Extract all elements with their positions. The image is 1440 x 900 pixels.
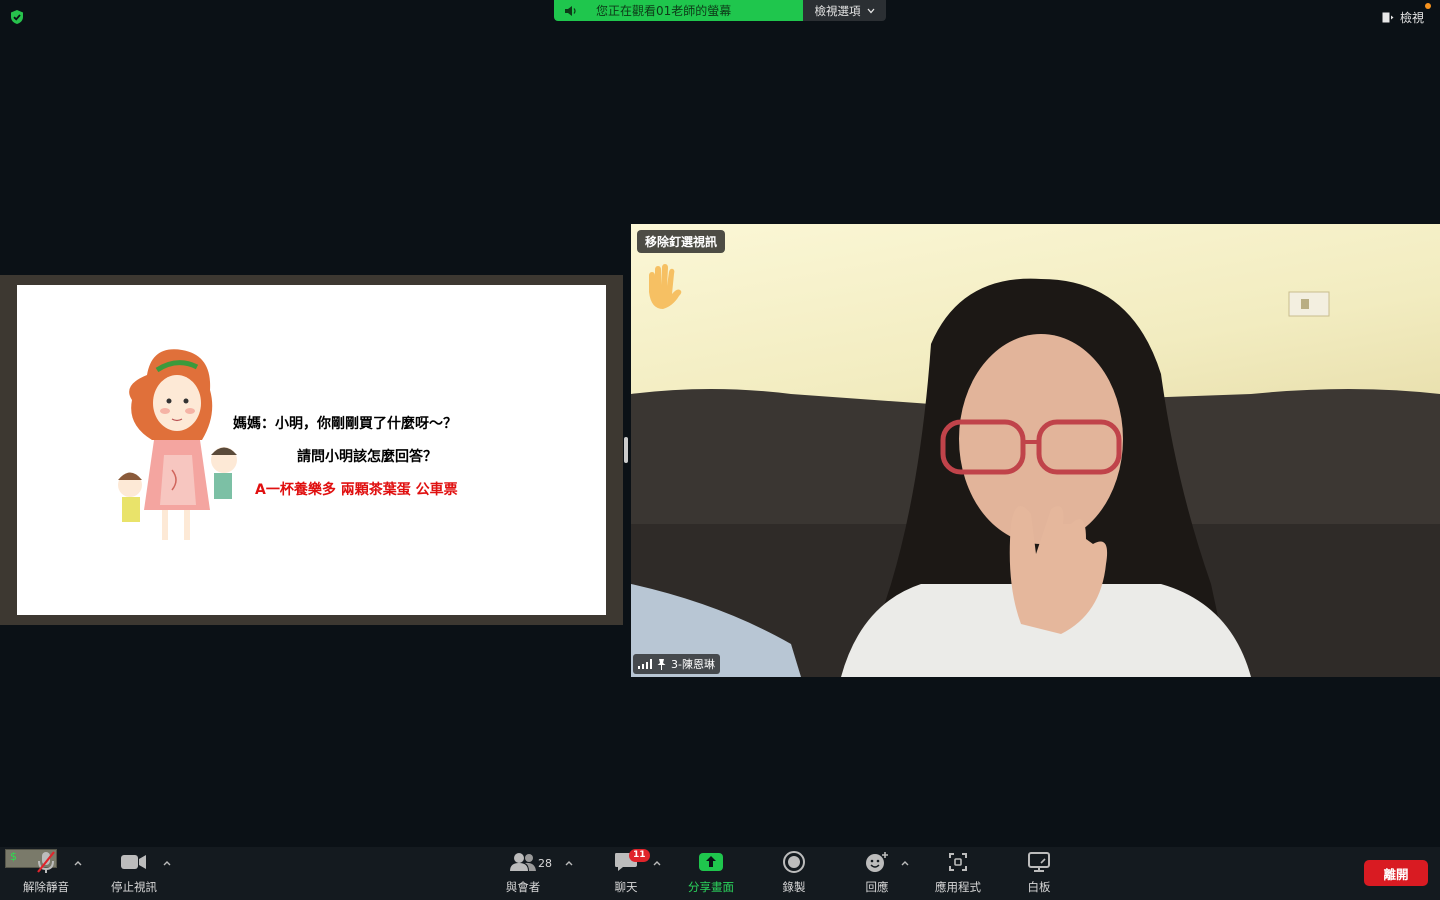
share-screen-icon bbox=[699, 853, 723, 871]
notification-dot bbox=[1425, 3, 1431, 9]
participants-count: 28 bbox=[538, 857, 552, 870]
chat-unread-badge: 11 bbox=[629, 849, 650, 862]
participant-video-feed bbox=[631, 278, 1440, 677]
stop-video-button[interactable]: 停止視訊 bbox=[106, 847, 162, 900]
participant-name: 3-陳恩琳 bbox=[671, 658, 715, 671]
signal-strength-icon bbox=[638, 659, 652, 669]
slide-question-line: 媽媽：小明，你剛剛買了什麼呀～？ bbox=[233, 416, 457, 432]
viewing-text: 您正在觀看01老師的螢幕 bbox=[596, 4, 732, 18]
participants-label: 與會者 bbox=[505, 880, 541, 894]
share-screen-button[interactable]: 分享畫面 bbox=[684, 847, 738, 900]
security-shield-icon[interactable] bbox=[9, 9, 25, 25]
chevron-down-icon bbox=[867, 8, 874, 13]
presentation-slide: 媽媽：小明，你剛剛買了什麼呀～？ 請問小明該怎麼回答？ A一杯養樂多 兩顆茶葉蛋… bbox=[17, 285, 606, 615]
apps-button[interactable]: 應用程式 bbox=[930, 847, 986, 900]
apps-label: 應用程式 bbox=[935, 880, 981, 894]
mother-and-children-illustration bbox=[118, 349, 237, 540]
viewing-banner: 您正在觀看01老師的螢幕 檢視選項 bbox=[554, 0, 886, 21]
microphone-muted-icon bbox=[37, 851, 55, 873]
meeting-toolbar: $ 解除靜音 停止視訊 與會者 28 聊天 11 分享畫面 錄製 回應 應用程式… bbox=[0, 847, 1440, 900]
reactions-button[interactable]: 回應 bbox=[857, 847, 897, 900]
pin-icon bbox=[657, 658, 666, 670]
reactions-options-caret-icon[interactable] bbox=[900, 859, 910, 867]
stop-video-label: 停止視訊 bbox=[111, 880, 157, 894]
participants-button[interactable]: 與會者 bbox=[500, 847, 546, 900]
view-options-label: 檢視選項 bbox=[814, 3, 861, 18]
whiteboard-label: 白板 bbox=[1027, 880, 1051, 894]
record-icon bbox=[783, 851, 805, 873]
record-label: 錄製 bbox=[782, 880, 806, 894]
unmute-button[interactable]: 解除靜音 bbox=[18, 847, 74, 900]
unpin-video-button[interactable]: 移除釘選視訊 bbox=[637, 230, 726, 253]
leave-meeting-button[interactable]: 離開 bbox=[1364, 860, 1428, 886]
video-options-caret-icon[interactable] bbox=[162, 859, 172, 867]
reactions-label: 回應 bbox=[865, 880, 889, 894]
raised-hand-icon bbox=[649, 264, 682, 309]
shared-screen: 媽媽：小明，你剛剛買了什麼呀～？ 請問小明該怎麼回答？ A一杯養樂多 兩顆茶葉蛋… bbox=[0, 275, 623, 625]
chat-options-caret-icon[interactable] bbox=[652, 859, 662, 867]
video-camera-icon bbox=[121, 855, 146, 869]
participants-options-caret-icon[interactable] bbox=[564, 859, 574, 867]
speaker-icon bbox=[565, 5, 576, 16]
apps-icon bbox=[949, 853, 967, 871]
slide-prompt-line: 請問小明該怎麼回答？ bbox=[297, 449, 437, 465]
whiteboard-button[interactable]: 白板 bbox=[1019, 847, 1059, 900]
audio-options-caret-icon[interactable] bbox=[73, 859, 83, 867]
share-screen-label: 分享畫面 bbox=[688, 880, 734, 894]
whiteboard-icon bbox=[1028, 852, 1050, 872]
chat-label: 聊天 bbox=[614, 880, 638, 894]
view-options-button[interactable]: 檢視選項 bbox=[803, 0, 886, 21]
pinned-video[interactable]: 移除釘選視訊 3-陳恩琳 bbox=[631, 224, 1440, 677]
viewing-status: 您正在觀看01老師的螢幕 bbox=[554, 0, 803, 21]
view-button[interactable]: 檢視 bbox=[1382, 3, 1431, 26]
panel-resize-handle[interactable] bbox=[624, 437, 628, 463]
unmute-label: 解除靜音 bbox=[23, 880, 69, 894]
emoji-reaction-icon bbox=[866, 852, 888, 872]
participant-name-tag: 3-陳恩琳 bbox=[633, 654, 720, 674]
view-layout-icon bbox=[1382, 12, 1394, 23]
slide-answer-line: A一杯養樂多 兩顆茶葉蛋 公車票 bbox=[255, 482, 458, 498]
view-button-label: 檢視 bbox=[1399, 11, 1424, 25]
participants-icon bbox=[510, 853, 536, 871]
record-button[interactable]: 錄製 bbox=[774, 847, 814, 900]
